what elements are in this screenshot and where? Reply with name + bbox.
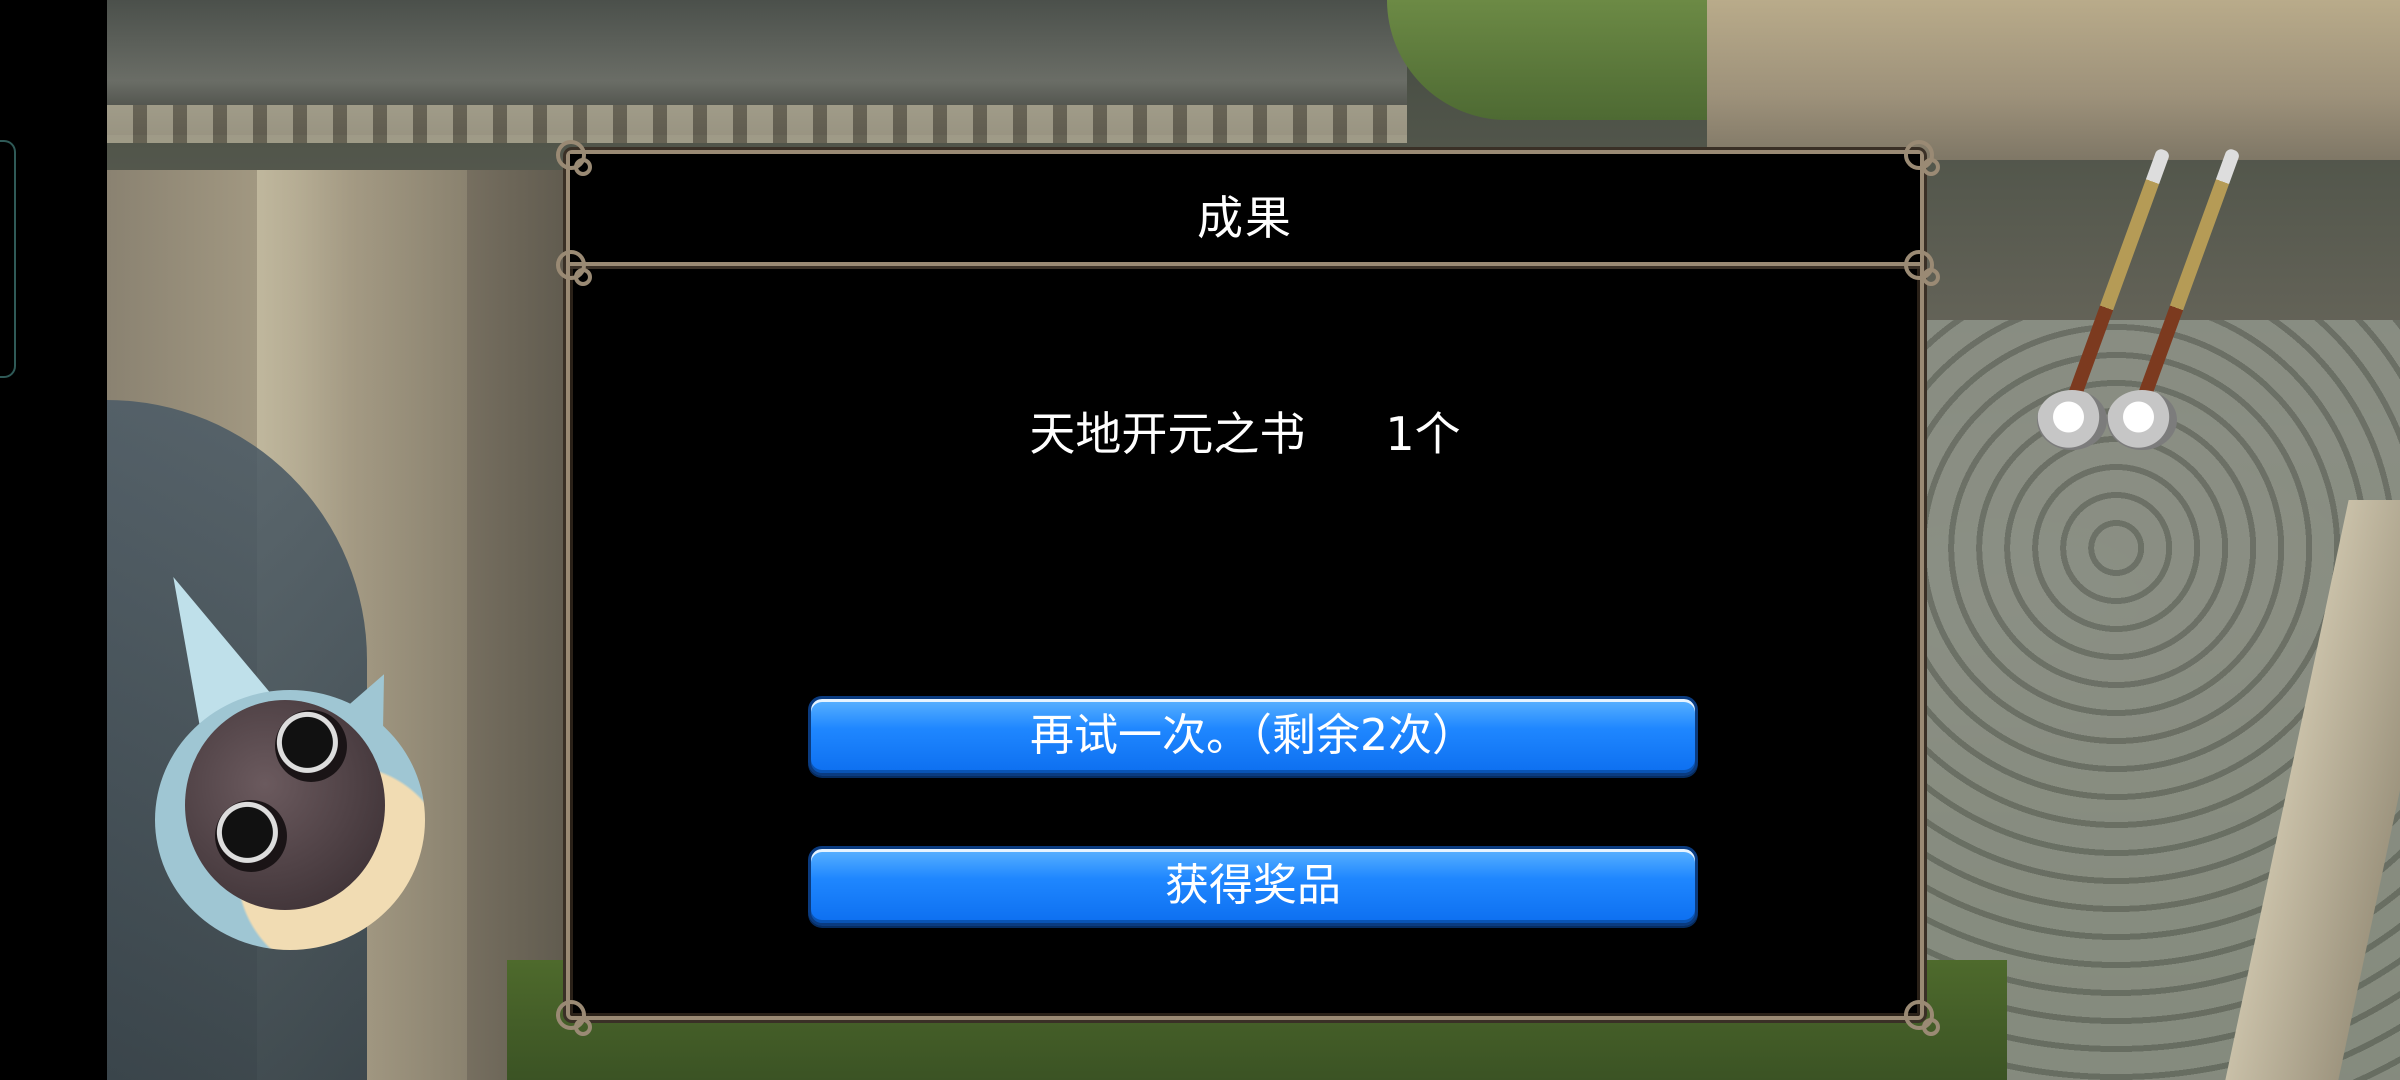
- game-screen: 成果 天地开元之书 1个 再试一次。（剩余2次） 获得奖品: [0, 0, 2400, 1080]
- reward-line: 天地开元之书 1个: [566, 398, 1924, 464]
- camera-notch-outline: [0, 140, 16, 378]
- left-edge-bar: [0, 0, 107, 1080]
- frame-corner-ornament: [548, 242, 594, 288]
- frame-corner-ornament: [548, 132, 594, 178]
- reward-quantity: 1个: [1385, 407, 1461, 461]
- claim-prize-button[interactable]: 获得奖品: [808, 846, 1698, 926]
- spiked-ball-1: [2037, 390, 2107, 450]
- spiked-ball-2: [2107, 390, 2177, 450]
- creature-eye-right: [275, 710, 347, 782]
- frame-corner-ornament: [1896, 992, 1942, 1038]
- blue-furry-creature: [105, 560, 465, 980]
- frame-corner-ornament: [1896, 132, 1942, 178]
- reward-item-name: 天地开元之书: [1029, 407, 1306, 461]
- retry-button[interactable]: 再试一次。（剩余2次）: [808, 696, 1698, 776]
- result-dialog: 成果 天地开元之书 1个 再试一次。（剩余2次） 获得奖品: [556, 140, 1940, 1036]
- frame-corner-ornament: [548, 992, 594, 1038]
- distant-building: [1707, 0, 2400, 160]
- dialog-header: 成果: [570, 154, 1920, 266]
- dialog-title: 成果: [1197, 191, 1293, 245]
- creature-eye-left: [215, 800, 287, 872]
- wall-trim-band: [107, 105, 1407, 143]
- frame-corner-ornament: [1896, 242, 1942, 288]
